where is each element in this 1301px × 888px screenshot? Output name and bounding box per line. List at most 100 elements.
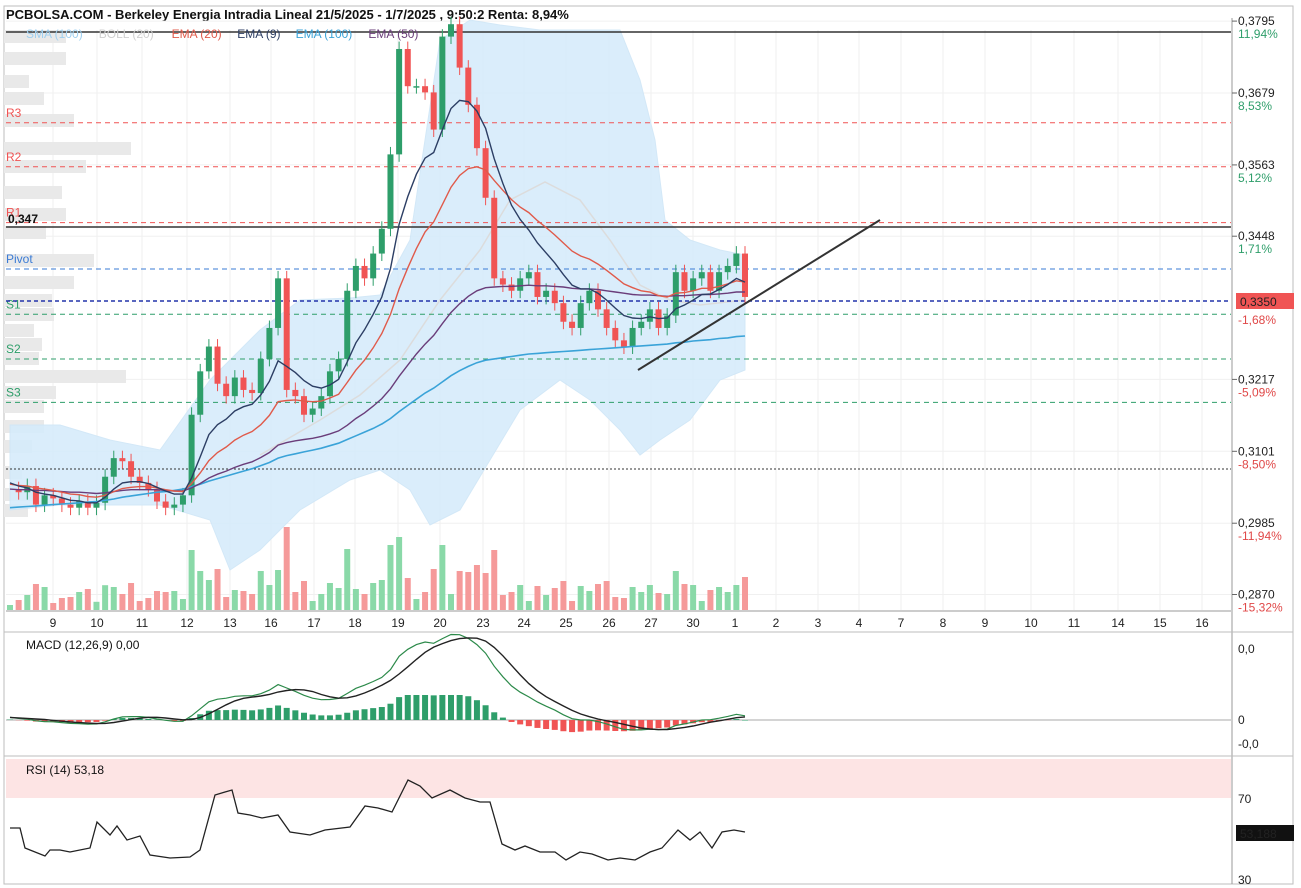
volume-bar: [32, 584, 39, 610]
volume-bar: [664, 594, 671, 610]
macd-histogram-bar: [499, 717, 506, 720]
macd-histogram-bar: [223, 710, 230, 720]
volume-bar: [179, 599, 186, 610]
volume-bar: [551, 588, 558, 610]
x-tick-label: 16: [264, 616, 278, 630]
candle-body: [517, 278, 524, 291]
candle-body: [119, 458, 126, 462]
volume-bar: [716, 587, 723, 610]
macd-histogram-bar: [214, 710, 221, 720]
volume-bar: [15, 600, 22, 610]
macd-title: MACD (12,26,9) 0,00: [26, 638, 140, 652]
macd-histogram-bar: [266, 707, 273, 720]
volume-bar: [404, 578, 411, 610]
volume-bar: [41, 587, 48, 610]
candle-body: [231, 377, 238, 397]
x-tick-label: 7: [898, 616, 905, 630]
volume-bar: [352, 589, 359, 610]
volume-bar: [110, 587, 117, 610]
candle-body: [603, 309, 610, 328]
candle-body: [491, 197, 498, 279]
macd-histogram-bar: [378, 707, 385, 720]
candle-body: [577, 303, 584, 328]
x-tick-label: 30: [686, 616, 700, 630]
candle-body: [698, 272, 705, 279]
candle-body: [283, 278, 290, 390]
price-pct-label: -11,94%: [1238, 529, 1282, 543]
volume-bar: [249, 594, 256, 610]
macd-histogram-bar: [301, 712, 307, 720]
macd-histogram-bar: [231, 709, 238, 720]
volume-profile-bar: [4, 276, 74, 289]
candle-body: [638, 321, 645, 328]
volume-bar: [517, 585, 524, 610]
candle-body: [629, 327, 636, 347]
volume-profile-bar: [4, 92, 44, 105]
macd-axis-zero: 0: [1238, 713, 1245, 727]
macd-histogram-bar: [456, 695, 463, 720]
volume-bar: [309, 601, 316, 610]
volume-bar: [655, 593, 662, 610]
candle-body: [249, 389, 256, 394]
x-tick-label: 24: [517, 616, 531, 630]
volume-bar: [456, 571, 463, 610]
macd-histogram-bar: [517, 720, 524, 725]
macd-histogram-bar: [352, 710, 359, 720]
candle-body: [197, 371, 204, 415]
candle-body: [690, 278, 697, 291]
candle-body: [465, 67, 472, 105]
macd-histogram-bar: [560, 720, 567, 732]
x-tick-label: 11: [136, 616, 149, 630]
volume-bar: [482, 573, 489, 610]
candle-body: [404, 48, 411, 87]
price-label: 0,3679: [1238, 86, 1275, 100]
candle-body: [128, 461, 135, 477]
volume-bar: [422, 592, 429, 610]
candle-body: [560, 303, 567, 322]
volume-profile-bar: [4, 370, 126, 383]
candle-body: [508, 284, 515, 291]
candle-body: [275, 278, 282, 328]
candle-body: [551, 290, 558, 304]
macd-histogram-bar: [309, 714, 316, 720]
price-label: 0,3101: [1238, 444, 1275, 458]
macd-histogram-bar: [318, 715, 325, 720]
volume-profile-bar: [4, 324, 34, 337]
price-pct-label: -15,32%: [1238, 601, 1283, 615]
macd-histogram-bar: [742, 720, 748, 721]
chart-title: PCBOLSA.COM - Berkeley Energia Intradia …: [6, 7, 569, 22]
candle-body: [742, 253, 748, 297]
candle-body: [257, 358, 264, 394]
volume-bar: [58, 598, 65, 610]
volume-bar: [67, 597, 74, 610]
macd-histogram-bar: [448, 695, 454, 720]
candle-body: [534, 272, 541, 297]
candle-body: [543, 290, 550, 297]
macd-histogram-bar: [473, 700, 480, 720]
volume-bar: [595, 584, 601, 610]
candle-body: [370, 253, 377, 279]
volume-profile-bar: [4, 142, 131, 155]
volume-bar: [188, 550, 195, 610]
candle-body: [179, 495, 186, 505]
legend-boll-20-: BOLL (20): [99, 27, 154, 41]
macd-histogram-bar: [733, 719, 740, 720]
macd-histogram-bar: [292, 710, 299, 720]
candle-body: [309, 408, 316, 415]
rsi-title: RSI (14) 53,18: [26, 763, 104, 777]
candle-body: [205, 346, 212, 372]
price-label: 0,2870: [1238, 588, 1275, 602]
volume-bar: [681, 584, 688, 610]
volume-bar: [257, 571, 264, 610]
macd-histogram-bar: [283, 707, 290, 720]
volume-bar: [629, 587, 636, 610]
macd-histogram-bar: [240, 709, 247, 720]
rsi-axis-30: 30: [1238, 873, 1252, 887]
volume-bar: [171, 591, 178, 610]
volume-bar: [525, 601, 532, 610]
volume-bar: [275, 570, 282, 610]
price-pct-label: 11,94%: [1238, 27, 1278, 41]
candle-body: [171, 504, 178, 508]
volume-bar: [76, 592, 83, 610]
volume-bar: [102, 585, 109, 610]
